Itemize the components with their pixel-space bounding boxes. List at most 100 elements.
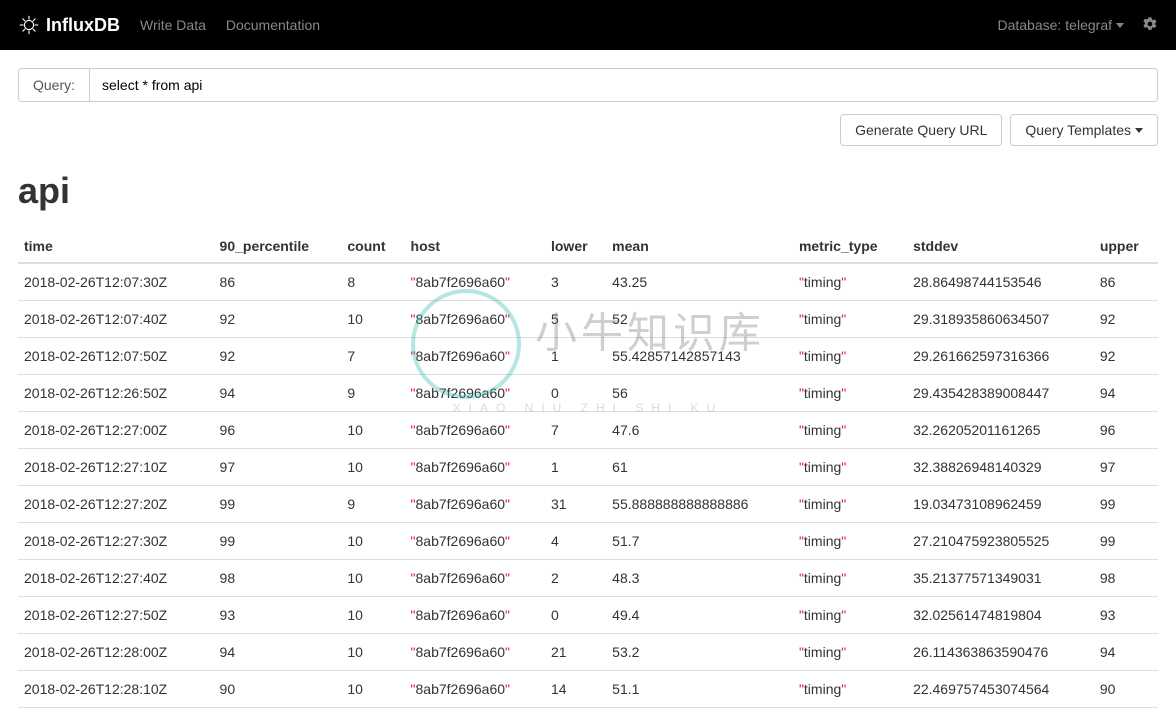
table-cell: 90 [214,671,342,708]
table-cell: 2018-02-26T12:27:40Z [18,560,214,597]
database-dropdown[interactable]: Database: telegraf [997,17,1124,33]
table-row: 2018-02-26T12:07:40Z9210"8ab7f2696a60"55… [18,301,1158,338]
logo-text: InfluxDB [46,15,120,36]
query-input[interactable] [90,69,1157,101]
table-cell: 99 [1094,523,1158,560]
table-cell: 32.02561474819804 [907,597,1094,634]
table-cell: 5 [545,301,606,338]
table-cell: 2018-02-26T12:27:10Z [18,449,214,486]
query-templates-button[interactable]: Query Templates [1010,114,1158,146]
table-cell: "timing" [793,338,907,375]
query-bar: Query: [18,68,1158,102]
table-cell: 2018-02-26T12:07:40Z [18,301,214,338]
table-cell: 98 [1094,560,1158,597]
generate-query-url-button[interactable]: Generate Query URL [840,114,1002,146]
table-cell: 27.210475923805525 [907,523,1094,560]
table-cell: 7 [341,338,404,375]
table-cell: 43.25 [606,263,793,301]
query-label: Query: [19,69,90,101]
table-cell: 22.469757453074564 [907,671,1094,708]
query-templates-label: Query Templates [1025,122,1131,138]
table-cell: 90 [1094,671,1158,708]
main-container: Query: Generate Query URL Query Template… [0,50,1176,726]
table-row: 2018-02-26T12:27:30Z9910"8ab7f2696a60"45… [18,523,1158,560]
table-cell: 2018-02-26T12:27:30Z [18,523,214,560]
table-cell: 94 [214,375,342,412]
table-cell: "8ab7f2696a60" [405,449,545,486]
table-cell: 2018-02-26T12:28:10Z [18,671,214,708]
table-cell: 2 [545,560,606,597]
table-cell: 96 [1094,412,1158,449]
nav-write-data[interactable]: Write Data [140,17,206,33]
table-row: 2018-02-26T12:27:50Z9310"8ab7f2696a60"04… [18,597,1158,634]
table-header-row: time90_percentilecounthostlowermeanmetri… [18,230,1158,263]
gear-icon[interactable] [1142,16,1158,35]
navbar: InfluxDB Write Data Documentation Databa… [0,0,1176,50]
table-cell: 9 [341,486,404,523]
nav-documentation[interactable]: Documentation [226,17,320,33]
table-row: 2018-02-26T12:27:10Z9710"8ab7f2696a60"16… [18,449,1158,486]
table-cell: "timing" [793,560,907,597]
table-cell: "timing" [793,301,907,338]
table-cell: 99 [1094,486,1158,523]
table-cell: 0 [545,375,606,412]
table-cell: 51.7 [606,523,793,560]
table-cell: 32.38826948140329 [907,449,1094,486]
table-cell: "8ab7f2696a60" [405,263,545,301]
table-cell: 2018-02-26T12:26:50Z [18,375,214,412]
table-cell: 3 [545,263,606,301]
table-row: 2018-02-26T12:28:00Z9410"8ab7f2696a60"21… [18,634,1158,671]
page-title: api [18,170,1158,212]
column-header: 90_percentile [214,230,342,263]
table-cell: 10 [341,597,404,634]
column-header: count [341,230,404,263]
table-cell: 1 [545,338,606,375]
table-cell: "8ab7f2696a60" [405,671,545,708]
table-row: 2018-02-26T12:07:30Z868"8ab7f2696a60"343… [18,263,1158,301]
db-label-prefix: Database: [997,17,1061,33]
table-cell: 94 [1094,375,1158,412]
table-cell: "8ab7f2696a60" [405,634,545,671]
table-cell: 94 [1094,634,1158,671]
column-header: lower [545,230,606,263]
table-cell: 97 [214,449,342,486]
table-cell: 19.03473108962459 [907,486,1094,523]
table-cell: "8ab7f2696a60" [405,375,545,412]
table-cell: "timing" [793,671,907,708]
chevron-down-icon [1116,23,1124,28]
chevron-down-icon [1135,128,1143,133]
table-cell: 29.435428389008447 [907,375,1094,412]
table-cell: "timing" [793,449,907,486]
table-row: 2018-02-26T12:27:00Z9610"8ab7f2696a60"74… [18,412,1158,449]
table-cell: 2018-02-26T12:27:20Z [18,486,214,523]
table-cell: 98 [214,560,342,597]
table-cell: 86 [214,263,342,301]
table-cell: 93 [214,597,342,634]
table-cell: 8 [341,263,404,301]
table-cell: 26.114363863590476 [907,634,1094,671]
table-cell: 92 [214,338,342,375]
db-name: telegraf [1065,17,1112,33]
table-cell: 56 [606,375,793,412]
navbar-right: Database: telegraf [997,16,1158,35]
table-cell: 48.3 [606,560,793,597]
table-cell: 47.6 [606,412,793,449]
table-cell: 49.4 [606,597,793,634]
table-cell: 55.888888888888886 [606,486,793,523]
table-cell: 1 [545,449,606,486]
table-cell: 2018-02-26T12:28:00Z [18,634,214,671]
table-cell: 31 [545,486,606,523]
table-cell: 96 [214,412,342,449]
column-header: metric_type [793,230,907,263]
table-cell: "8ab7f2696a60" [405,523,545,560]
table-cell: 10 [341,523,404,560]
table-cell: 61 [606,449,793,486]
table-cell: "timing" [793,412,907,449]
table-cell: "timing" [793,597,907,634]
table-cell: "timing" [793,523,907,560]
table-cell: "8ab7f2696a60" [405,412,545,449]
table-cell: "8ab7f2696a60" [405,301,545,338]
table-cell: 52 [606,301,793,338]
table-cell: 2018-02-26T12:07:30Z [18,263,214,301]
logo[interactable]: InfluxDB [18,14,120,36]
